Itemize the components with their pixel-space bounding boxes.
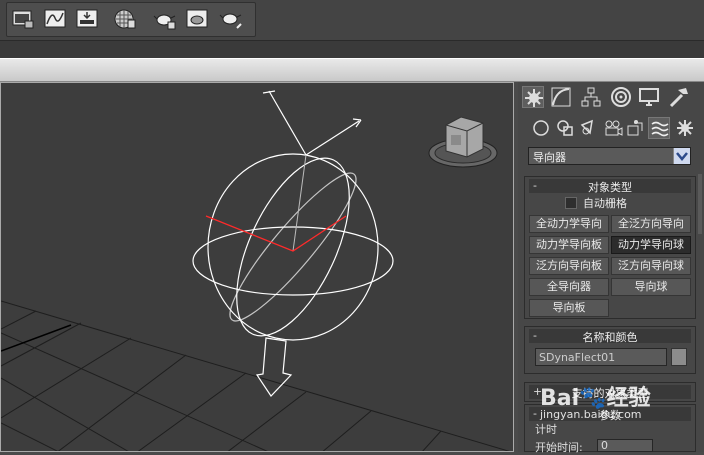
quick-render-icon[interactable] [219, 8, 243, 30]
watermark-url: jingyan.baidu.com [540, 408, 642, 421]
render-setup-icon[interactable] [11, 8, 35, 30]
category-dropdown-value: 导向器 [533, 151, 566, 164]
render-frame-window-icon[interactable] [75, 8, 99, 30]
hierarchy-tab-icon[interactable] [580, 86, 602, 108]
name-and-color-header[interactable]: - 名称和颜色 [529, 329, 691, 344]
dynaflect-sphere-gizmo [192, 90, 394, 397]
timing-label: 计时 [535, 423, 557, 436]
deflector-button[interactable]: 导向板 [529, 299, 609, 317]
object-name-field[interactable] [535, 348, 667, 366]
object-type-rollout: - 对象类型 自动栅格 全动力学导向 全泛方向导向 动力学导向板 动力学导向球 … [524, 176, 696, 319]
pomniflect-plane-button[interactable]: 泛方向导向板 [529, 257, 609, 275]
main-toolbar [0, 0, 704, 40]
modify-tab-icon[interactable] [550, 86, 572, 108]
name-and-color-rollout: - 名称和颜色 [524, 326, 696, 374]
render-production-icon[interactable] [185, 8, 209, 30]
object-color-swatch[interactable] [671, 348, 687, 366]
object-type-header[interactable]: - 对象类型 [529, 179, 691, 194]
pomniflect-button[interactable]: 全动力学导向 [529, 215, 609, 233]
shapes-icon[interactable] [554, 117, 576, 139]
ribbon-bar [0, 40, 704, 59]
pdynaflect-button[interactable]: 动力学导向板 [529, 236, 609, 254]
geometry-icon[interactable] [530, 117, 552, 139]
autogrid-checkbox[interactable] [565, 197, 577, 209]
render-teapot-icon[interactable] [153, 8, 177, 30]
somniflect-button[interactable]: 泛方向导向球 [611, 257, 691, 275]
cameras-icon[interactable] [602, 117, 624, 139]
perspective-viewport[interactable] [0, 82, 514, 452]
start-time-label: 开始时间: [535, 441, 583, 454]
command-panel: 导向器 - 对象类型 自动栅格 全动力学导向 全泛方向导向 动力学导向板 动力学… [518, 82, 704, 454]
motion-tab-icon[interactable] [610, 86, 632, 108]
viewcube-icon [428, 116, 498, 168]
sdynaflect-button[interactable]: 动力学导向球 [611, 236, 691, 254]
autogrid-label: 自动栅格 [583, 197, 627, 210]
curve-editor-icon[interactable] [43, 8, 67, 30]
utilities-tab-icon[interactable] [668, 86, 690, 108]
display-tab-icon[interactable] [638, 86, 660, 108]
category-dropdown[interactable]: 导向器 [528, 147, 691, 165]
udeflector-button[interactable]: 全导向器 [529, 278, 609, 296]
lights-icon[interactable] [578, 117, 600, 139]
rollout-title: 名称和颜色 [582, 331, 638, 344]
systems-icon[interactable] [674, 117, 696, 139]
uomniflect-button[interactable]: 全泛方向导向 [611, 215, 691, 233]
chevron-down-icon[interactable] [673, 148, 690, 164]
rollout-title: 对象类型 [588, 181, 632, 194]
start-time-spinner[interactable]: 0 [597, 439, 653, 452]
material-editor-icon[interactable] [113, 8, 137, 30]
render-toolbar-group [6, 2, 256, 37]
sdeflector-button[interactable]: 导向球 [611, 278, 691, 296]
helpers-icon[interactable] [624, 117, 646, 139]
selected-axis-lines [205, 215, 347, 252]
axis-line [292, 154, 307, 252]
status-bar [0, 58, 704, 82]
panel-scrollbar[interactable] [698, 174, 702, 234]
create-tab-icon[interactable] [522, 86, 544, 108]
space-warps-icon[interactable] [648, 117, 670, 139]
